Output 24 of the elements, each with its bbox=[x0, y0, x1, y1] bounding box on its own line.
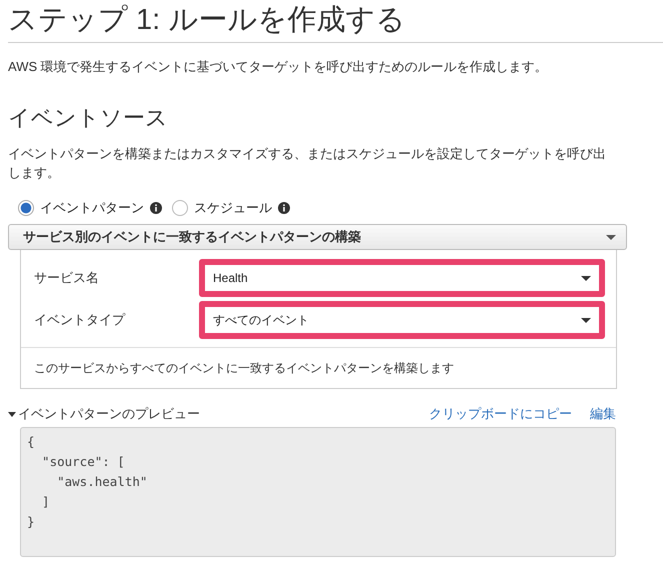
radio-label[interactable]: スケジュール bbox=[194, 199, 272, 217]
field-label: サービス名 bbox=[33, 269, 100, 287]
description: AWS 環境で発生するイベントに基づいてターゲットを呼び出すためのルールを作成します。 bbox=[8, 58, 549, 76]
radio-label[interactable]: イベントパターン bbox=[40, 199, 144, 217]
link[interactable]: 編集 bbox=[590, 405, 616, 423]
section-heading: イベントソース bbox=[8, 104, 169, 132]
select-field[interactable]: Health bbox=[199, 259, 605, 297]
field-label: イベントタイプ bbox=[33, 311, 126, 329]
caret-icon[interactable] bbox=[8, 410, 16, 418]
section-text: イベントパターンを構築またはカスタマイズする、またはスケジュールを設定してターゲットを呼び出します。 bbox=[8, 145, 607, 182]
caret-icon bbox=[581, 276, 591, 280]
link[interactable]: クリップボードにコピー bbox=[429, 405, 572, 423]
radio-button[interactable] bbox=[172, 200, 188, 216]
select-field[interactable]: すべてのイベント bbox=[199, 301, 605, 339]
builder-note: このサービスからすべてのイベントに一致するイベントパターンを構築します bbox=[33, 360, 455, 377]
caret-icon bbox=[581, 318, 591, 322]
info-icon[interactable] bbox=[150, 202, 162, 214]
radio-button[interactable] bbox=[18, 200, 34, 216]
code-preview: { "source": [ "aws.health" ] } bbox=[20, 427, 616, 557]
preview-title[interactable]: イベントパターンのプレビュー bbox=[18, 405, 200, 423]
page-title: ステップ 1: ルールを作成する bbox=[8, 0, 663, 43]
info-icon[interactable] bbox=[278, 202, 290, 214]
caret-icon bbox=[606, 234, 616, 240]
accordion-header[interactable]: サービス別のイベントに一致するイベントパターンの構築 bbox=[8, 224, 627, 250]
